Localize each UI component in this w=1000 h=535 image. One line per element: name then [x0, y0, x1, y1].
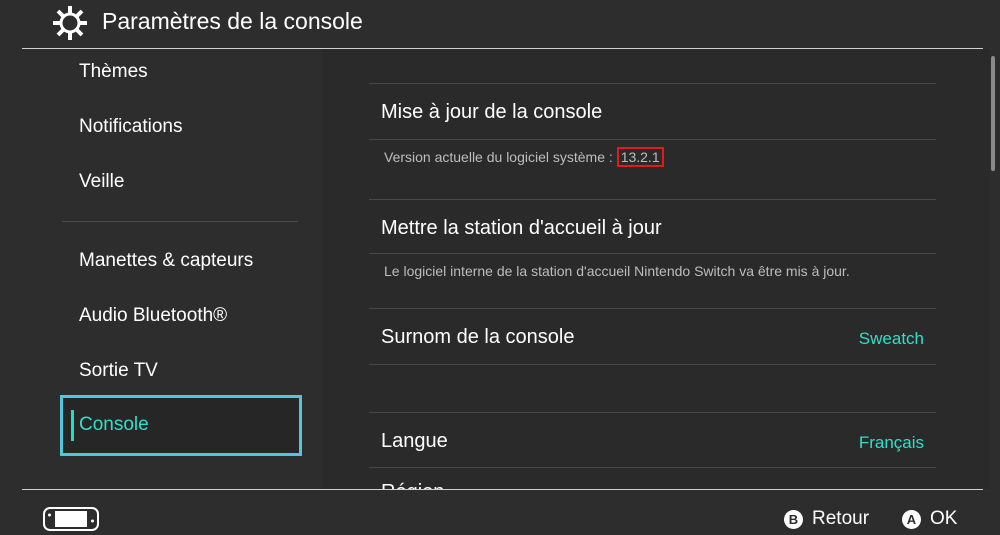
row-divider [369, 139, 936, 140]
region-row[interactable]: Région [381, 481, 444, 489]
version-label: Version actuelle du logiciel système : [384, 149, 617, 165]
ok-button[interactable]: A OK [902, 507, 957, 531]
main-panel: Mise à jour de la console Version actuel… [322, 49, 990, 489]
language-row[interactable]: Langue [381, 430, 448, 453]
dock-update-row[interactable]: Mettre la station d'accueil à jour [381, 217, 662, 240]
sidebar-item-tv-output[interactable]: Sortie TV [79, 360, 158, 382]
sidebar-divider [62, 221, 298, 222]
language-value: Français [858, 433, 924, 452]
footer: B Retour A OK [0, 490, 1000, 535]
gear-icon [53, 6, 87, 40]
ok-label: OK [930, 508, 958, 529]
system-update-row[interactable]: Mise à jour de la console [381, 101, 602, 124]
sidebar: Thèmes Notifications Veille Manettes & c… [0, 49, 322, 489]
dock-update-description: Le logiciel interne de la station d'accu… [384, 263, 850, 279]
row-divider [369, 308, 936, 309]
page-title: Paramètres de la console [102, 8, 363, 34]
selection-indicator [71, 410, 74, 441]
row-divider [369, 364, 936, 365]
row-divider [369, 467, 936, 468]
header: Paramètres de la console [0, 0, 1000, 50]
scrollbar[interactable] [991, 56, 995, 171]
sidebar-item-bluetooth-audio[interactable]: Audio Bluetooth® [79, 305, 227, 327]
b-button-icon: B [784, 509, 803, 529]
system-version-text: Version actuelle du logiciel système : 1… [384, 147, 664, 167]
sidebar-item-themes[interactable]: Thèmes [79, 61, 148, 83]
version-number-highlight: 13.2.1 [616, 147, 664, 167]
switch-console-icon [43, 507, 99, 531]
console-nickname-value: Sweatch [858, 329, 924, 348]
back-label: Retour [812, 508, 870, 529]
row-divider [369, 83, 936, 84]
row-divider [369, 199, 936, 200]
row-divider [369, 253, 936, 254]
back-button[interactable]: B Retour [784, 507, 869, 531]
sidebar-item-label: Console [79, 414, 149, 435]
console-nickname-row[interactable]: Surnom de la console [381, 326, 574, 349]
a-button-icon: A [902, 509, 921, 529]
sidebar-item-controllers[interactable]: Manettes & capteurs [79, 250, 253, 272]
sidebar-item-notifications[interactable]: Notifications [79, 116, 183, 138]
row-divider [369, 412, 936, 413]
sidebar-item-sleep[interactable]: Veille [79, 171, 124, 193]
sidebar-item-console[interactable]: Console [60, 395, 302, 456]
